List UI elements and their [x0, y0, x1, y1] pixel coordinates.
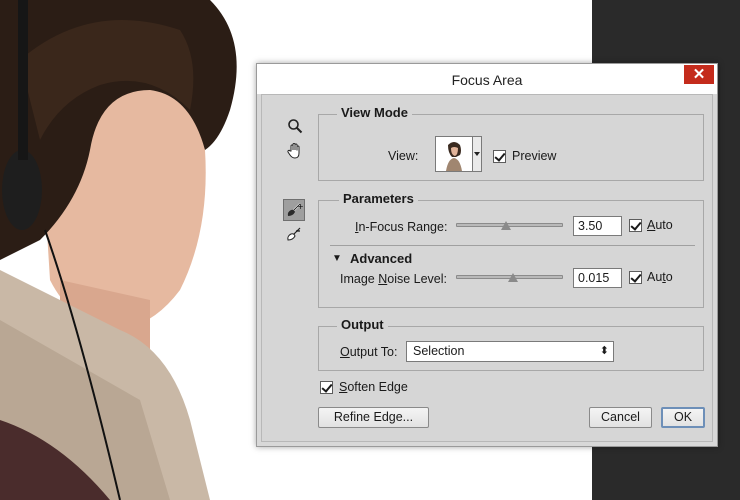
- advanced-label[interactable]: Advanced: [350, 251, 412, 266]
- parameters-title: Parameters: [339, 191, 418, 206]
- advanced-separator: [330, 245, 695, 246]
- cancel-button[interactable]: Cancel: [589, 407, 652, 428]
- output-title: Output: [337, 317, 388, 332]
- image-noise-auto-checkbox[interactable]: [629, 271, 642, 284]
- in-focus-range-slider-thumb[interactable]: [501, 221, 511, 230]
- hand-icon: [287, 143, 300, 159]
- output-to-value: Selection: [413, 344, 465, 358]
- in-focus-auto-checkbox[interactable]: [629, 219, 642, 232]
- view-mode-title: View Mode: [337, 105, 412, 120]
- output-to-select[interactable]: Selection ⬍: [406, 341, 614, 362]
- title-bar[interactable]: Focus Area ✕: [257, 64, 717, 94]
- dialog-title: Focus Area: [451, 72, 523, 88]
- select-arrows-icon: ⬍: [599, 345, 609, 357]
- zoom-icon: [288, 119, 303, 134]
- refine-edge-button[interactable]: Refine Edge...: [318, 407, 429, 428]
- image-noise-slider-thumb[interactable]: [508, 273, 518, 282]
- view-mode-group: [318, 114, 704, 181]
- soften-edge-label: Soften Edge: [339, 380, 408, 394]
- image-noise-label: Image Noise Level:: [340, 272, 448, 286]
- image-noise-auto-label: Auto: [647, 270, 673, 284]
- output-to-label: Output To:: [340, 345, 398, 359]
- close-icon: ✕: [692, 66, 706, 83]
- chevron-down-icon: [474, 152, 480, 156]
- in-focus-range-label: In-Focus Range:: [355, 220, 448, 234]
- focus-area-add-brush-icon: +: [287, 202, 303, 216]
- advanced-toggle-icon[interactable]: ▼: [332, 253, 342, 264]
- close-button[interactable]: ✕: [684, 65, 714, 84]
- ok-button[interactable]: OK: [661, 407, 705, 428]
- focus-area-add-tool[interactable]: +: [283, 199, 305, 221]
- image-noise-field[interactable]: 0.015: [573, 268, 622, 288]
- zoom-tool[interactable]: [284, 115, 306, 137]
- focus-area-dialog: Focus Area ✕ + View Mode View: Preview P…: [256, 63, 718, 447]
- focus-area-subtract-brush-icon: [287, 227, 301, 241]
- svg-text:+: +: [297, 202, 303, 211]
- in-focus-range-field[interactable]: 3.50: [573, 216, 622, 236]
- in-focus-auto-label: Auto: [647, 218, 673, 232]
- dialog-body: + View Mode View: Preview Parameters In-…: [261, 94, 713, 442]
- view-mode-thumbnail[interactable]: [435, 136, 473, 172]
- focus-area-subtract-tool[interactable]: [283, 223, 305, 245]
- preview-label: Preview: [512, 149, 557, 163]
- view-mode-dropdown-arrow[interactable]: [473, 136, 482, 172]
- soften-edge-checkbox[interactable]: [320, 381, 333, 394]
- hand-tool[interactable]: [284, 140, 306, 162]
- view-label: View:: [388, 149, 419, 163]
- portrait-thumbnail-icon: [436, 137, 472, 171]
- preview-checkbox[interactable]: [493, 150, 506, 163]
